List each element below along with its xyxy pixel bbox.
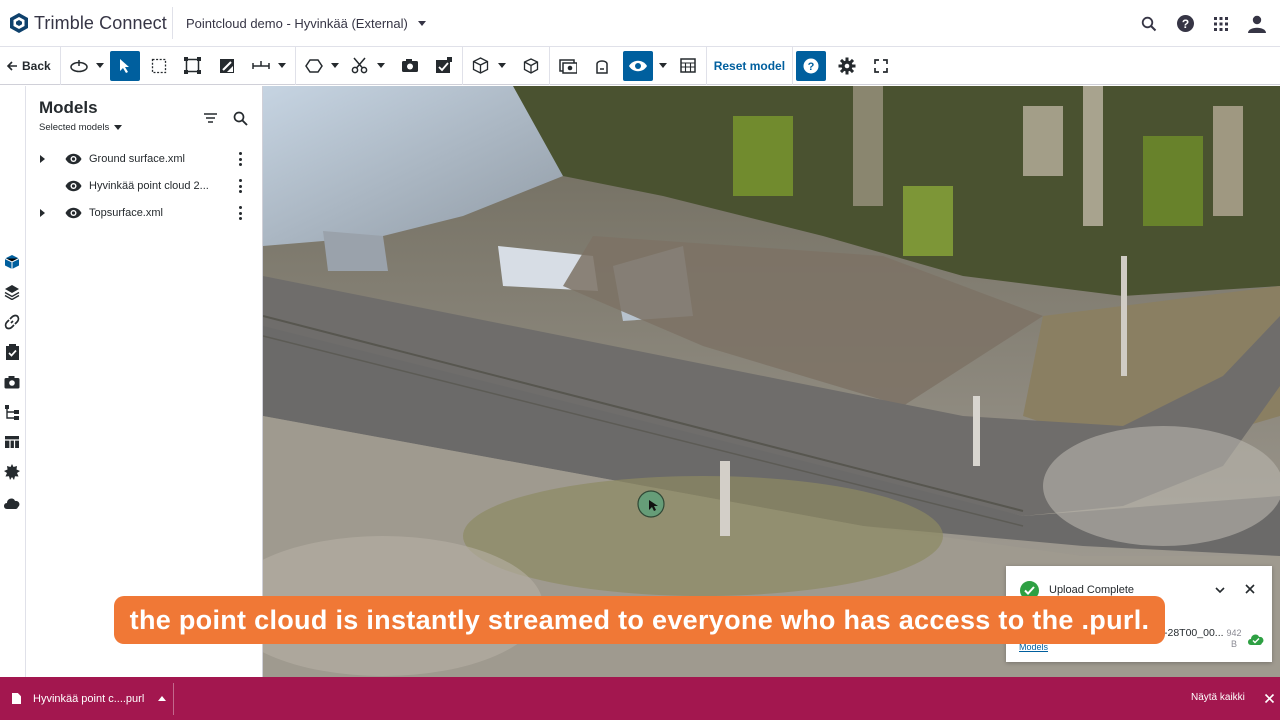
fit-icon[interactable] xyxy=(178,51,208,81)
section-plane-icon[interactable] xyxy=(212,51,242,81)
camera-icon[interactable] xyxy=(3,373,21,391)
close-icon[interactable] xyxy=(1264,691,1275,709)
expand-icon[interactable] xyxy=(40,155,45,163)
models-icon[interactable] xyxy=(3,253,21,271)
viewpoint-icon[interactable] xyxy=(553,51,583,81)
model-row[interactable]: Topsurface.xml xyxy=(26,200,263,227)
chevron-down-icon[interactable] xyxy=(1214,582,1226,600)
tree-icon[interactable] xyxy=(3,403,21,421)
measure-icon[interactable] xyxy=(246,51,276,81)
selected-models-label: Selected models xyxy=(39,122,110,133)
download-item[interactable]: Hyvinkää point c....purl xyxy=(0,682,174,715)
visibility-icon[interactable] xyxy=(622,50,653,81)
more-options-icon[interactable] xyxy=(238,206,242,220)
markup-icon[interactable] xyxy=(429,51,459,81)
model-row[interactable]: Hyvinkää point cloud 2... xyxy=(26,173,263,200)
select-icon[interactable] xyxy=(109,50,140,81)
box-select-icon[interactable] xyxy=(144,51,174,81)
chevron-down-icon[interactable] xyxy=(658,63,667,68)
download-bar: Hyvinkää point c....purl Näytä kaikki xyxy=(0,677,1280,720)
orbit-icon[interactable] xyxy=(64,51,94,81)
close-icon[interactable] xyxy=(1244,582,1256,600)
cloud-done-icon xyxy=(1247,632,1265,650)
model-name: Ground surface.xml xyxy=(89,153,185,165)
eye-icon[interactable] xyxy=(65,180,82,192)
chevron-down-icon[interactable] xyxy=(330,63,339,68)
user-avatar-icon[interactable] xyxy=(1239,6,1275,42)
table-icon[interactable] xyxy=(673,51,703,81)
reset-model-button[interactable]: Reset model xyxy=(710,51,789,81)
arrow-left-icon xyxy=(6,60,17,71)
project-name: Pointcloud demo - Hyvinkää (External) xyxy=(186,15,408,31)
chevron-down-icon[interactable] xyxy=(497,63,506,68)
pin-icon[interactable] xyxy=(587,51,617,81)
object-icon[interactable] xyxy=(516,51,546,81)
video-caption: the point cloud is instantly streamed to… xyxy=(114,596,1165,644)
back-label: Back xyxy=(22,58,51,73)
eye-icon[interactable] xyxy=(65,153,82,165)
more-options-icon[interactable] xyxy=(238,152,242,166)
settings-icon[interactable] xyxy=(832,51,862,81)
link-icon[interactable] xyxy=(3,313,21,331)
svg-text:?: ? xyxy=(808,61,815,73)
apps-grid-icon[interactable] xyxy=(1203,6,1239,42)
selected-models-dropdown[interactable]: Selected models xyxy=(39,122,123,133)
trimble-logo-icon xyxy=(10,13,28,33)
eye-icon[interactable] xyxy=(65,207,82,219)
fullscreen-icon[interactable] xyxy=(866,51,896,81)
show-all-link[interactable]: Näytä kaikki xyxy=(1191,692,1245,703)
download-file-name: Hyvinkää point c....purl xyxy=(33,692,145,705)
chevron-down-icon[interactable] xyxy=(277,63,286,68)
project-selector[interactable]: Pointcloud demo - Hyvinkää (External) xyxy=(173,16,426,31)
panel-title: Models xyxy=(39,98,98,117)
snapshot-icon[interactable] xyxy=(395,51,425,81)
clash-icon[interactable] xyxy=(3,463,21,481)
model-name: Hyvinkää point cloud 2... xyxy=(89,180,209,192)
todo-icon[interactable] xyxy=(3,343,21,361)
chevron-down-icon xyxy=(417,20,426,26)
help-icon[interactable]: ? xyxy=(1167,6,1203,42)
sort-icon[interactable] xyxy=(200,108,220,128)
viewer-toolbar: Back Reset model ? xyxy=(0,46,1280,85)
chevron-down-icon[interactable] xyxy=(376,63,385,68)
brand-name: Trimble Connect xyxy=(34,12,167,33)
uploaded-file-name: -28T00_00... xyxy=(1164,627,1224,639)
model-row[interactable]: Ground surface.xml xyxy=(26,146,263,173)
back-button[interactable]: Back xyxy=(0,51,57,81)
side-rail xyxy=(0,86,26,677)
file-icon xyxy=(12,693,21,704)
help-icon[interactable]: ? xyxy=(796,50,827,81)
chevron-down-icon[interactable] xyxy=(95,63,104,68)
toast-title: Upload Complete xyxy=(1049,584,1134,596)
app-header: Trimble Connect Pointcloud demo - Hyvink… xyxy=(0,0,1280,47)
cube-icon[interactable] xyxy=(466,51,496,81)
more-options-icon[interactable] xyxy=(238,179,242,193)
uploaded-file-size: 942 B xyxy=(1226,628,1242,649)
shape-icon[interactable] xyxy=(299,51,329,81)
model-name: Topsurface.xml xyxy=(89,207,163,219)
chevron-up-icon[interactable] xyxy=(158,696,167,701)
models-panel: Models Selected models Ground surface.xm… xyxy=(26,86,263,677)
chevron-down-icon xyxy=(114,125,123,130)
table-icon[interactable] xyxy=(3,433,21,451)
brand[interactable]: Trimble Connect xyxy=(0,7,173,39)
search-icon[interactable] xyxy=(1131,6,1167,42)
svg-text:?: ? xyxy=(1181,17,1188,31)
search-icon[interactable] xyxy=(230,108,250,128)
expand-icon[interactable] xyxy=(40,209,45,217)
cloud-icon[interactable] xyxy=(3,493,21,511)
layers-icon[interactable] xyxy=(3,283,21,301)
clip-icon[interactable] xyxy=(345,51,375,81)
